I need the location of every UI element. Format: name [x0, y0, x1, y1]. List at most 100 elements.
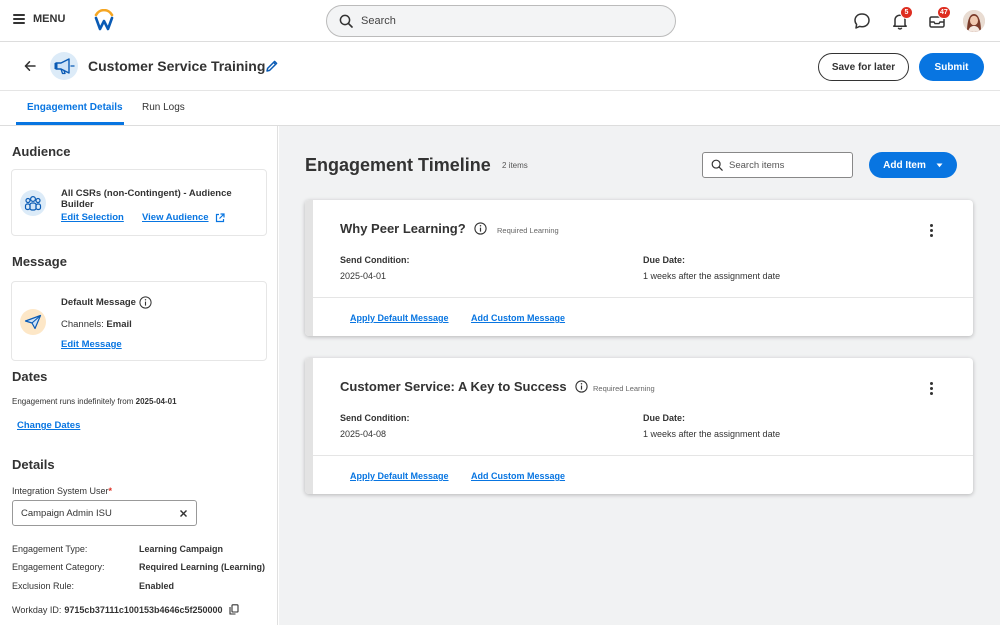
- isu-label: Integration System User: [12, 486, 109, 496]
- timeline-card-rail: [305, 200, 313, 336]
- timeline-card: Why Peer Learning? Required Learning Sen…: [305, 200, 973, 336]
- send-condition-value: 2025-04-01: [340, 271, 387, 281]
- timeline-card-rail: [305, 358, 313, 494]
- search-items-input[interactable]: [729, 159, 844, 171]
- details-heading: Details: [12, 457, 55, 472]
- timeline-card-title-row: Customer Service: A Key to Success: [340, 379, 588, 394]
- timeline-card-title-row: Why Peer Learning?: [340, 221, 487, 236]
- more-options-kebab-icon[interactable]: [929, 382, 935, 396]
- engagement-type-value: Learning Campaign: [139, 544, 224, 554]
- workday-id-value: 9715cb37111c100153b4646c5f250000: [64, 604, 223, 615]
- message-heading: Message: [12, 254, 67, 269]
- message-card: Default Message Channels: Email Edit Mes…: [11, 281, 267, 361]
- inbox-badge: 47: [937, 6, 951, 19]
- due-date-label: Due Date:: [643, 255, 686, 265]
- send-condition-label: Send Condition:: [340, 413, 410, 423]
- edit-title-pencil-icon[interactable]: [265, 59, 279, 73]
- edit-message-link[interactable]: Edit Message: [61, 339, 122, 350]
- save-for-later-button[interactable]: Save for later: [818, 53, 909, 81]
- send-condition-value: 2025-04-08: [340, 429, 387, 439]
- required-asterisk: *: [108, 486, 113, 496]
- timeline-card: Customer Service: A Key to Success Requi…: [305, 358, 973, 494]
- details-panel: Audience All CSRs (non-Contingent) - Aud…: [0, 126, 278, 625]
- timeline-card-tag: Required Learning: [497, 226, 559, 235]
- search-icon: [339, 14, 353, 28]
- menu-button[interactable]: MENU: [13, 13, 65, 25]
- timeline-card-title: Why Peer Learning?: [340, 221, 466, 236]
- message-icon-wrapper: [20, 309, 46, 335]
- info-icon[interactable]: [574, 380, 588, 393]
- back-arrow-icon[interactable]: [24, 60, 36, 72]
- notifications-button[interactable]: 5: [890, 6, 913, 31]
- timeline-title: Engagement Timeline: [305, 155, 491, 175]
- add-custom-message-link[interactable]: Add Custom Message: [471, 313, 565, 323]
- dates-heading: Dates: [12, 369, 48, 384]
- timeline-card-title: Customer Service: A Key to Success: [340, 379, 567, 394]
- isu-input[interactable]: [21, 507, 171, 519]
- send-condition-label: Send Condition:: [340, 255, 410, 265]
- page-header: Customer Service Training Save for later…: [0, 43, 1000, 91]
- paper-plane-icon: [24, 314, 42, 330]
- channels-row: Channels: Email: [61, 319, 132, 330]
- apply-default-message-link[interactable]: Apply Default Message: [350, 471, 449, 481]
- apply-default-message-link[interactable]: Apply Default Message: [350, 313, 449, 323]
- isu-input-box[interactable]: [12, 500, 197, 526]
- active-tab-indicator: [16, 122, 124, 125]
- dates-text: Engagement runs indefinitely from: [12, 397, 134, 406]
- tab-engagement-details[interactable]: Engagement Details: [27, 102, 123, 113]
- more-options-kebab-icon[interactable]: [929, 224, 935, 238]
- audience-heading: Audience: [12, 144, 71, 159]
- clear-close-icon[interactable]: [179, 509, 188, 518]
- audience-icon-wrapper: [20, 190, 46, 216]
- search-items-box[interactable]: [702, 152, 853, 178]
- global-search[interactable]: [326, 5, 676, 37]
- workday-id-label: Workday ID:: [12, 604, 62, 615]
- user-avatar[interactable]: [963, 10, 985, 32]
- people-group-icon: [24, 195, 42, 211]
- audience-card: All CSRs (non-Contingent) - Audience Bui…: [11, 169, 267, 236]
- megaphone-icon: [54, 58, 75, 75]
- copy-icon[interactable]: [228, 604, 239, 615]
- add-item-button[interactable]: Add Item: [869, 152, 957, 178]
- chat-icon[interactable]: [852, 11, 872, 31]
- channels-value: Email: [106, 319, 132, 330]
- timeline-item-count: 2 items: [502, 161, 528, 170]
- view-audience-link[interactable]: View Audience: [142, 212, 209, 223]
- due-date-label: Due Date:: [643, 413, 686, 423]
- change-dates-link[interactable]: Change Dates: [17, 420, 80, 431]
- timeline-card-divider: [313, 455, 973, 456]
- view-audience-link-wrapper[interactable]: View Audience: [142, 212, 225, 223]
- caret-down-icon: [936, 163, 943, 167]
- engagement-type-label: Engagement Type:: [12, 544, 88, 554]
- add-custom-message-link[interactable]: Add Custom Message: [471, 471, 565, 481]
- notifications-badge: 5: [900, 6, 913, 19]
- isu-label-row: Integration System User*: [12, 486, 112, 496]
- tab-bar: Engagement Details Run Logs: [0, 92, 1000, 126]
- exclusion-rule-label: Exclusion Rule:: [12, 581, 75, 591]
- dates-summary: Engagement runs indefinitely from 2025-0…: [12, 397, 177, 406]
- engagement-category-label: Engagement Category:: [12, 562, 105, 572]
- add-item-label: Add Item: [883, 159, 926, 171]
- info-icon[interactable]: [474, 222, 487, 235]
- external-link-icon: [215, 212, 225, 222]
- engagement-timeline-area: Engagement Timeline 2 items Add Item Why…: [279, 126, 1000, 625]
- search-icon: [711, 159, 723, 171]
- global-search-input[interactable]: [361, 15, 641, 27]
- exclusion-rule-value: Enabled: [139, 581, 175, 591]
- submit-button[interactable]: Submit: [919, 53, 984, 81]
- workday-id-row: Workday ID: 9715cb37111c100153b4646c5f25…: [12, 604, 239, 615]
- inbox-button[interactable]: 47: [927, 6, 951, 31]
- timeline-card-tag: Required Learning: [593, 384, 655, 393]
- audience-name: All CSRs (non-Contingent) - Audience Bui…: [61, 188, 232, 210]
- top-bar: MENU 5 47: [0, 0, 1000, 42]
- edit-selection-link[interactable]: Edit Selection: [61, 212, 124, 223]
- workday-logo-icon[interactable]: [93, 9, 115, 33]
- tab-run-logs[interactable]: Run Logs: [142, 102, 185, 113]
- page-title: Customer Service Training: [88, 58, 266, 74]
- due-date-value: 1 weeks after the assignment date: [643, 271, 781, 281]
- engagement-category-value: Required Learning (Learning): [139, 562, 266, 572]
- info-icon[interactable]: [139, 296, 152, 309]
- hamburger-icon: [13, 14, 25, 24]
- due-date-value: 1 weeks after the assignment date: [643, 429, 781, 439]
- menu-label: MENU: [33, 13, 66, 25]
